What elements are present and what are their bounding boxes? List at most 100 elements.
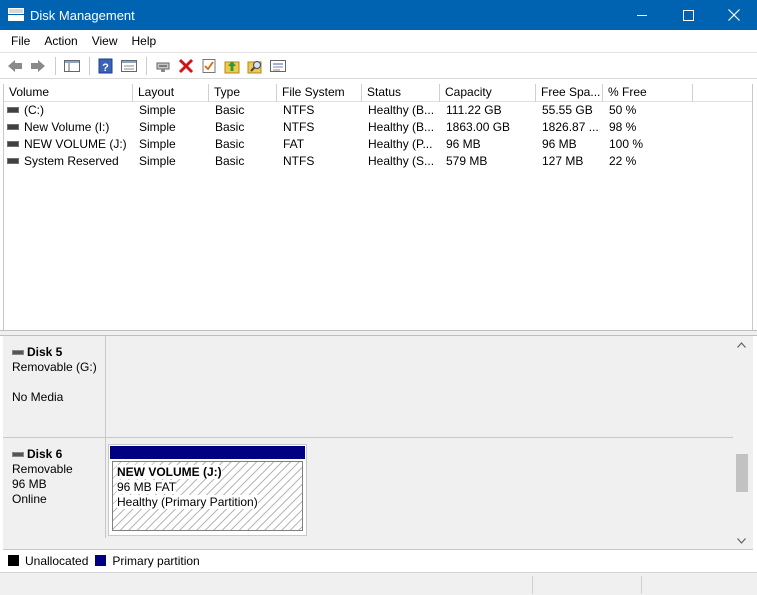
- column-capacity[interactable]: Capacity: [440, 84, 536, 102]
- delete-button[interactable]: [175, 55, 197, 77]
- connect-icon: [156, 62, 170, 72]
- volume-name: NEW VOLUME (J:): [24, 137, 127, 151]
- folder-up-button[interactable]: [221, 55, 243, 77]
- column-layout[interactable]: Layout: [133, 84, 209, 102]
- back-button[interactable]: [4, 55, 26, 77]
- type-cell: Basic: [215, 137, 245, 151]
- column-free-space[interactable]: Free Spa...: [536, 84, 603, 102]
- show-hide-tree-button[interactable]: [61, 55, 83, 77]
- title-bar: Disk Management: [0, 0, 757, 30]
- status-bar: [0, 572, 757, 595]
- forward-icon: [31, 59, 45, 72]
- disk-name: Disk 6: [27, 447, 63, 461]
- disk-view: Disk 5 Removable (G:) No Media Disk 6 Re…: [3, 336, 753, 549]
- close-icon: [728, 9, 740, 21]
- primary-partition-swatch: [95, 555, 107, 566]
- legend: Unallocated Primary partition: [3, 549, 753, 571]
- free-space-cell: 55.55 GB: [542, 103, 593, 117]
- help-button[interactable]: ?: [95, 55, 117, 77]
- volume-icon: [7, 106, 19, 113]
- menu-file[interactable]: File: [4, 30, 37, 52]
- toolbar-separator: [146, 56, 147, 75]
- maximize-button[interactable]: [665, 0, 711, 30]
- column-percent-free[interactable]: % Free: [603, 84, 693, 102]
- delete-icon: [178, 58, 194, 73]
- help-icon: ?: [98, 58, 113, 74]
- disk-label-disk5[interactable]: Disk 5 Removable (G:) No Media: [3, 336, 106, 437]
- minimize-button[interactable]: [619, 0, 665, 30]
- toolbar-separator: [89, 56, 90, 75]
- svg-text:?: ?: [102, 62, 109, 74]
- disk-size: 96 MB: [12, 477, 47, 491]
- volume-name: System Reserved: [24, 154, 119, 168]
- disk-icon: [12, 451, 24, 457]
- volume-row[interactable]: (C:) Simple Basic NTFS Healthy (B... 111…: [4, 102, 752, 119]
- menu-bar: File Action View Help: [0, 30, 757, 52]
- disk-status: Online: [12, 492, 47, 506]
- legend-label: Primary partition: [112, 553, 200, 568]
- unallocated-swatch: [8, 555, 19, 566]
- column-file-system[interactable]: File System: [277, 84, 362, 102]
- status-pane: [532, 576, 533, 594]
- volume-row[interactable]: New Volume (I:) Simple Basic NTFS Health…: [4, 119, 752, 136]
- status-cell: Healthy (B...: [368, 120, 435, 134]
- volume-icon: [7, 140, 19, 147]
- connect-button[interactable]: [152, 55, 174, 77]
- layout-cell: Simple: [139, 154, 176, 168]
- disk-status: No Media: [12, 390, 64, 404]
- scroll-up-button[interactable]: [733, 336, 750, 353]
- partition-filesystem: 96 MB FAT: [117, 480, 177, 494]
- volume-list: Volume Layout Type File System Status Ca…: [3, 84, 753, 330]
- properties-button[interactable]: [118, 55, 140, 77]
- capacity-cell: 96 MB: [446, 137, 481, 151]
- folder-search-button[interactable]: [244, 55, 266, 77]
- type-cell: Basic: [215, 154, 245, 168]
- disk-type: Removable (G:): [12, 360, 97, 374]
- window-title: Disk Management: [30, 7, 135, 23]
- volume-name-cell: (C:): [4, 102, 133, 119]
- volume-icon: [7, 123, 19, 130]
- primary-partition-bar: [110, 446, 305, 459]
- disk-label-disk6[interactable]: Disk 6 Removable 96 MB Online: [3, 438, 106, 538]
- free-space-cell: 127 MB: [542, 154, 584, 168]
- column-type[interactable]: Type: [209, 84, 277, 102]
- menu-action[interactable]: Action: [37, 30, 84, 52]
- folder-up-icon: [224, 60, 240, 73]
- layout-cell: Simple: [139, 120, 176, 134]
- menu-help[interactable]: Help: [125, 30, 164, 52]
- chevron-down-icon: [737, 537, 746, 544]
- volume-list-header: Volume Layout Type File System Status Ca…: [4, 84, 752, 102]
- layout-cell: Simple: [139, 137, 176, 151]
- volume-row[interactable]: System Reserved Simple Basic NTFS Health…: [4, 153, 752, 170]
- forward-button[interactable]: [27, 55, 49, 77]
- partition-new-volume-j[interactable]: NEW VOLUME (J:) 96 MB FAT Healthy (Prima…: [108, 444, 307, 536]
- menu-view[interactable]: View: [85, 30, 125, 52]
- layout-cell: Simple: [139, 103, 176, 117]
- show-hide-tree-icon: [64, 59, 80, 72]
- file-system-cell: NTFS: [283, 154, 315, 168]
- disk-view-scrollbar[interactable]: [733, 336, 750, 549]
- free-space-cell: 1826.87 ...: [542, 120, 599, 134]
- list-button[interactable]: [267, 55, 289, 77]
- disk-management-icon: [8, 8, 24, 22]
- checkmark-button[interactable]: [198, 55, 220, 77]
- chevron-up-icon: [737, 341, 746, 348]
- scroll-thumb[interactable]: [736, 454, 748, 492]
- toolbar: ?: [0, 52, 757, 79]
- close-button[interactable]: [711, 0, 757, 30]
- percent-free-cell: 100 %: [609, 137, 644, 151]
- capacity-cell: 1863.00 GB: [446, 120, 511, 134]
- status-pane: [641, 576, 642, 594]
- volume-row[interactable]: NEW VOLUME (J:) Simple Basic FAT Healthy…: [4, 136, 752, 153]
- scroll-down-button[interactable]: [733, 532, 750, 549]
- capacity-cell: 579 MB: [446, 154, 488, 168]
- properties-icon: [121, 59, 137, 72]
- type-cell: Basic: [215, 103, 245, 117]
- minimize-icon: [636, 14, 647, 16]
- percent-free-cell: 98 %: [609, 120, 637, 134]
- capacity-cell: 111.22 GB: [446, 103, 502, 117]
- column-status[interactable]: Status: [362, 84, 440, 102]
- toolbar-separator: [55, 56, 56, 75]
- column-volume[interactable]: Volume: [4, 84, 133, 102]
- status-cell: Healthy (S...: [368, 154, 435, 168]
